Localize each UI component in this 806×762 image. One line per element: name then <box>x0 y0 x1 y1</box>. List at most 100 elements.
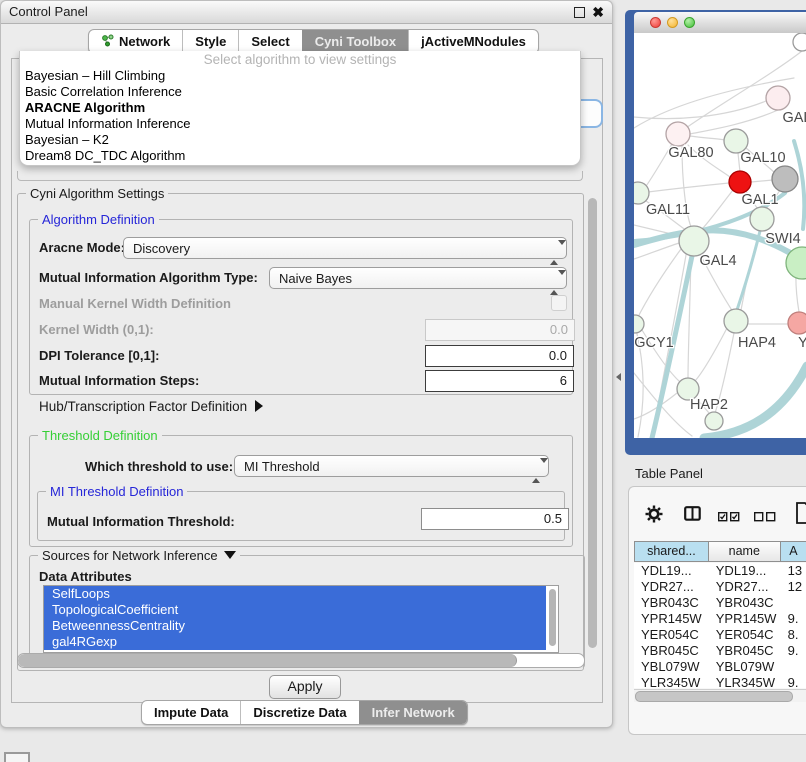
network-node[interactable] <box>793 33 806 51</box>
tab-label: Style <box>195 34 226 49</box>
attribute-item[interactable]: BetweennessCentrality <box>44 618 546 634</box>
column-header-0[interactable]: shared... <box>634 541 709 562</box>
attribute-item[interactable]: gal4RGexp <box>44 634 546 650</box>
algorithm-dropdown-list: Select algorithm to view settings Bayesi… <box>19 51 581 166</box>
list-scrollbar[interactable] <box>549 589 556 646</box>
network-node-gal[interactable] <box>766 86 790 110</box>
table-cell: YPR145W <box>709 611 781 627</box>
network-node[interactable] <box>705 412 723 430</box>
aracne-mode-combo[interactable]: Discovery <box>123 237 567 259</box>
vscroll-thumb[interactable] <box>588 198 597 648</box>
algorithm-definition-legend: Algorithm Definition <box>38 212 159 227</box>
node-label-gal1: GAL1 <box>741 192 778 208</box>
sources-legend[interactable]: Sources for Network Inference <box>38 548 240 563</box>
float-window-icon[interactable] <box>574 7 585 18</box>
column-header-1[interactable]: name <box>709 541 781 562</box>
network-node-gal80[interactable] <box>666 122 690 146</box>
tab-impute-data[interactable]: Impute Data <box>142 701 240 724</box>
table-cell: 9. <box>781 675 806 688</box>
tab-style[interactable]: Style <box>182 30 238 53</box>
spinner-arrows-icon <box>550 242 559 263</box>
mi-threshold-input[interactable]: 0.5 <box>421 508 569 530</box>
algorithm-option[interactable]: Bayesian – K2 <box>20 132 580 148</box>
unchecked-boxes-icon[interactable] <box>754 509 776 527</box>
algorithm-option[interactable]: Dream8 DC_TDC Algorithm <box>20 148 580 164</box>
table-row[interactable]: YDR27...YDR27...12 <box>634 579 806 595</box>
node-label-gal4: GAL4 <box>699 253 736 269</box>
network-edge <box>737 231 760 310</box>
network-view-titlebar <box>634 12 806 34</box>
network-node-swi4[interactable] <box>750 207 774 231</box>
table-cell: YDL19... <box>634 563 709 579</box>
apply-button[interactable]: Apply <box>269 675 341 699</box>
mi-threshold-definition-legend: MI Threshold Definition <box>46 484 187 499</box>
table-row[interactable]: YBR043CYBR043C <box>634 595 806 611</box>
network-edge <box>690 136 725 140</box>
table-cell: YDR27... <box>634 579 709 595</box>
dpi-tolerance-input[interactable]: 0.0 <box>425 345 574 367</box>
close-traffic-icon[interactable] <box>650 17 661 28</box>
tab-cyni-toolbox[interactable]: Cyni Toolbox <box>302 30 408 53</box>
tab-infer-network[interactable]: Infer Network <box>359 701 467 724</box>
column-header-2[interactable]: A <box>781 541 806 562</box>
algorithm-option[interactable]: Bayesian – Hill Climbing <box>20 68 580 84</box>
hub-definition-toggle[interactable]: Hub/Transcription Factor Definition <box>39 399 263 414</box>
network-node-gal4[interactable] <box>679 226 709 256</box>
tab-network[interactable]: Network <box>89 30 182 53</box>
table-row[interactable]: YPR145WYPR145W9. <box>634 611 806 627</box>
table-row[interactable]: YBL079WYBL079W <box>634 659 806 675</box>
table-horizontal-scrollbar[interactable] <box>634 689 806 702</box>
minimize-traffic-icon[interactable] <box>667 17 678 28</box>
kernel-width-input[interactable]: 0.0 <box>425 319 575 341</box>
table-hscroll-thumb[interactable] <box>635 691 793 702</box>
horizontal-scrollbar[interactable] <box>17 653 585 668</box>
panel-collapse-arrow[interactable] <box>616 373 621 381</box>
settings-vertical-scrollbar[interactable] <box>586 195 599 663</box>
minimized-panel-icon[interactable] <box>4 752 30 762</box>
network-node[interactable] <box>772 166 798 192</box>
table-row[interactable]: YDL19...YDL19...13 <box>634 563 806 579</box>
tab-select[interactable]: Select <box>238 30 301 53</box>
attribute-item[interactable]: TopologicalCoefficient <box>44 602 546 618</box>
algorithm-option[interactable]: Basic Correlation Inference <box>20 84 580 100</box>
attribute-item[interactable]: SelfLoops <box>44 586 546 602</box>
which-threshold-label: Which threshold to use: <box>85 459 233 474</box>
which-threshold-combo[interactable]: MI Threshold <box>234 455 549 477</box>
table-cell <box>781 659 806 675</box>
node-label-gcy1: GCY1 <box>634 335 674 351</box>
algorithm-option[interactable]: ARACNE Algorithm <box>20 100 580 116</box>
table-panel-window: shared...nameA YDL19...YDL19...13YDR27..… <box>628 486 806 735</box>
network-node-y[interactable] <box>788 312 806 334</box>
hidden-box-fragment <box>17 171 583 181</box>
table-row[interactable]: YLR345WYLR345W9. <box>634 675 806 688</box>
algorithm-option[interactable]: Mutual Information Inference <box>20 116 580 132</box>
table-body: YDL19...YDL19...13YDR27...YDR27...12YBR0… <box>634 563 806 688</box>
document-icon[interactable] <box>796 501 806 530</box>
data-attributes-list[interactable]: SelfLoopsTopologicalCoefficientBetweenne… <box>43 585 559 653</box>
control-panel-titlebar: Control Panel ✖ <box>1 1 612 24</box>
tab-discretize-data[interactable]: Discretize Data <box>240 701 358 724</box>
table-cell: YBR043C <box>634 595 709 611</box>
kernel-width-label: Kernel Width (0,1): <box>39 322 154 337</box>
mi-type-combo[interactable]: Naive Bayes <box>269 267 567 289</box>
split-columns-icon[interactable] <box>684 506 701 526</box>
tab-jactivemnodules[interactable]: jActiveMNodules <box>408 30 538 53</box>
table-cell: 9. <box>781 643 806 659</box>
checked-boxes-icon[interactable] <box>718 509 740 527</box>
network-node-gal1[interactable] <box>729 171 751 193</box>
table-cell: 12 <box>781 579 806 595</box>
zoom-traffic-icon[interactable] <box>684 17 695 28</box>
close-panel-icon[interactable]: ✖ <box>592 1 604 23</box>
network-canvas[interactable]: GALGAL80GAL10GAL1SWI4GAL11GAL4GCY1HAP4YH… <box>634 33 806 438</box>
network-edge <box>751 180 773 182</box>
mi-steps-label: Mutual Information Steps: <box>39 373 199 388</box>
gear-icon[interactable] <box>645 505 663 528</box>
tab-label: Discretize Data <box>253 705 346 720</box>
manual-kernel-checkbox[interactable] <box>551 295 567 311</box>
mi-steps-input[interactable]: 6 <box>425 370 574 392</box>
table-row[interactable]: YBR045CYBR045C9. <box>634 643 806 659</box>
table-row[interactable]: YER054CYER054C8. <box>634 627 806 643</box>
hscroll-thumb[interactable] <box>18 654 517 667</box>
network-node-hap4[interactable] <box>724 309 748 333</box>
node-label-gal: GAL <box>782 110 806 126</box>
